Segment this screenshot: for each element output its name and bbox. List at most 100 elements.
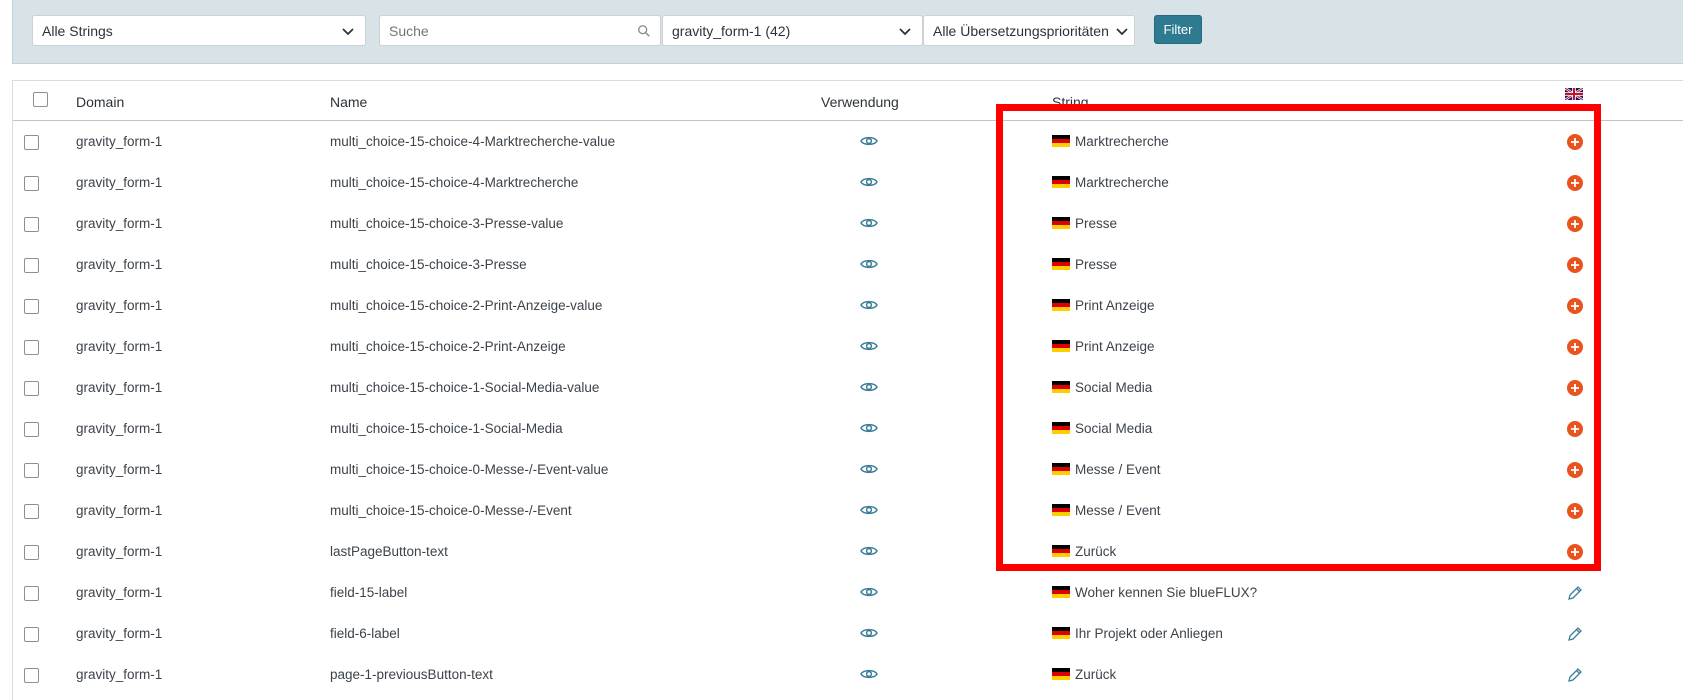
- row-name: multi_choice-15-choice-4-Marktrecherche: [330, 175, 579, 190]
- row-checkbox[interactable]: [24, 463, 39, 478]
- de-flag-icon: [1052, 299, 1070, 311]
- row-domain: gravity_form-1: [76, 585, 163, 600]
- eye-icon[interactable]: [860, 626, 878, 640]
- strings-table: Domain Name Verwendung String gravity_fo…: [12, 80, 1683, 700]
- table-row: gravity_form-1 multi_choice-15-choice-1-S…: [13, 408, 1683, 449]
- row-name: multi_choice-15-choice-4-Marktrecherche-…: [330, 134, 616, 149]
- de-flag-icon: [1052, 176, 1070, 188]
- filter-button[interactable]: Filter: [1154, 15, 1202, 44]
- eye-icon[interactable]: [860, 462, 878, 476]
- row-string-text: Zurück: [1075, 544, 1117, 559]
- row-string-text: Print Anzeige: [1075, 298, 1155, 313]
- row-checkbox[interactable]: [24, 422, 39, 437]
- eye-icon[interactable]: [860, 257, 878, 271]
- row-domain: gravity_form-1: [76, 134, 163, 149]
- row-domain: gravity_form-1: [76, 339, 163, 354]
- column-header-domain[interactable]: Domain: [76, 94, 124, 110]
- row-name: field-6-label: [330, 626, 400, 641]
- search-input[interactable]: Suche: [379, 15, 661, 46]
- table-row: gravity_form-1 multi_choice-15-choice-4-M…: [13, 162, 1683, 203]
- add-translation-icon[interactable]: [1566, 338, 1584, 356]
- row-name: multi_choice-15-choice-0-Messe-/-Event-v…: [330, 462, 609, 477]
- eye-icon[interactable]: [860, 380, 878, 394]
- select-all-checkbox[interactable]: [33, 92, 48, 107]
- table-row: gravity_form-1 multi_choice-15-choice-2-P…: [13, 326, 1683, 367]
- uk-flag-icon: [1564, 87, 1584, 101]
- row-domain: gravity_form-1: [76, 175, 163, 190]
- add-translation-icon[interactable]: [1566, 256, 1584, 274]
- row-name: multi_choice-15-choice-1-Social-Media: [330, 421, 563, 436]
- row-string: Messe / Event: [1052, 462, 1161, 477]
- row-string: Print Anzeige: [1052, 339, 1155, 354]
- add-translation-icon[interactable]: [1566, 174, 1584, 192]
- domain-select[interactable]: gravity_form-1 (42): [662, 15, 923, 46]
- add-translation-icon[interactable]: [1566, 420, 1584, 438]
- eye-icon[interactable]: [860, 216, 878, 230]
- row-name: multi_choice-15-choice-3-Presse-value: [330, 216, 564, 231]
- row-string: Ihr Projekt oder Anliegen: [1052, 626, 1223, 641]
- row-string-text: Presse: [1075, 216, 1118, 231]
- add-translation-icon[interactable]: [1566, 502, 1584, 520]
- row-checkbox[interactable]: [24, 504, 39, 519]
- de-flag-icon: [1052, 627, 1070, 639]
- de-flag-icon: [1052, 463, 1070, 475]
- edit-translation-icon[interactable]: [1566, 625, 1584, 643]
- row-checkbox[interactable]: [24, 176, 39, 191]
- eye-icon[interactable]: [860, 134, 878, 148]
- row-domain: gravity_form-1: [76, 462, 163, 477]
- filter-bar: Alle Strings Suche gravity_form-1 (42) A…: [12, 0, 1683, 64]
- row-checkbox[interactable]: [24, 340, 39, 355]
- table-row: gravity_form-1 lastPageButton-text Zurück: [13, 531, 1683, 572]
- add-translation-icon[interactable]: [1566, 543, 1584, 561]
- eye-icon[interactable]: [860, 421, 878, 435]
- de-flag-icon: [1052, 340, 1070, 352]
- row-string: Social Media: [1052, 421, 1152, 436]
- row-string: Zurück: [1052, 667, 1116, 682]
- column-header-name[interactable]: Name: [330, 94, 367, 110]
- row-checkbox[interactable]: [24, 217, 39, 232]
- eye-icon[interactable]: [860, 585, 878, 599]
- row-string: Presse: [1052, 216, 1117, 231]
- row-checkbox[interactable]: [24, 135, 39, 150]
- row-domain: gravity_form-1: [76, 298, 163, 313]
- row-checkbox[interactable]: [24, 586, 39, 601]
- string-type-select[interactable]: Alle Strings: [32, 15, 366, 46]
- table-row: gravity_form-1 multi_choice-15-choice-0-M…: [13, 449, 1683, 490]
- priority-select-value: Alle Übersetzungsprioritäten: [933, 22, 1109, 39]
- add-translation-icon[interactable]: [1566, 133, 1584, 151]
- eye-icon[interactable]: [860, 175, 878, 189]
- eye-icon[interactable]: [860, 503, 878, 517]
- row-domain: gravity_form-1: [76, 380, 163, 395]
- priority-select[interactable]: Alle Übersetzungsprioritäten: [923, 15, 1135, 46]
- de-flag-icon: [1052, 668, 1070, 680]
- row-string-text: Ihr Projekt oder Anliegen: [1075, 626, 1223, 641]
- row-string-text: Messe / Event: [1075, 503, 1161, 518]
- string-type-select-value: Alle Strings: [42, 22, 113, 39]
- table-row: gravity_form-1 multi_choice-15-choice-3-P…: [13, 244, 1683, 285]
- eye-icon[interactable]: [860, 544, 878, 558]
- eye-icon[interactable]: [860, 667, 878, 681]
- edit-translation-icon[interactable]: [1566, 584, 1584, 602]
- eye-icon[interactable]: [860, 339, 878, 353]
- row-checkbox[interactable]: [24, 627, 39, 642]
- row-name: multi_choice-15-choice-1-Social-Media-va…: [330, 380, 600, 395]
- de-flag-icon: [1052, 422, 1070, 434]
- chevron-down-icon: [899, 27, 911, 35]
- row-checkbox[interactable]: [24, 381, 39, 396]
- column-header-string[interactable]: String: [1052, 94, 1089, 110]
- row-checkbox[interactable]: [24, 545, 39, 560]
- row-string-text: Messe / Event: [1075, 462, 1161, 477]
- add-translation-icon[interactable]: [1566, 297, 1584, 315]
- row-string: Print Anzeige: [1052, 298, 1155, 313]
- row-name: multi_choice-15-choice-2-Print-Anzeige-v…: [330, 298, 603, 313]
- row-string: Marktrecherche: [1052, 175, 1169, 190]
- table-row: gravity_form-1 field-15-label Woher kennen…: [13, 572, 1683, 613]
- add-translation-icon[interactable]: [1566, 215, 1584, 233]
- add-translation-icon[interactable]: [1566, 379, 1584, 397]
- table-row: gravity_form-1 multi_choice-15-choice-4-M…: [13, 121, 1683, 162]
- add-translation-icon[interactable]: [1566, 461, 1584, 479]
- eye-icon[interactable]: [860, 298, 878, 312]
- row-checkbox[interactable]: [24, 258, 39, 273]
- edit-translation-icon[interactable]: [1566, 666, 1584, 684]
- row-checkbox[interactable]: [24, 299, 39, 314]
